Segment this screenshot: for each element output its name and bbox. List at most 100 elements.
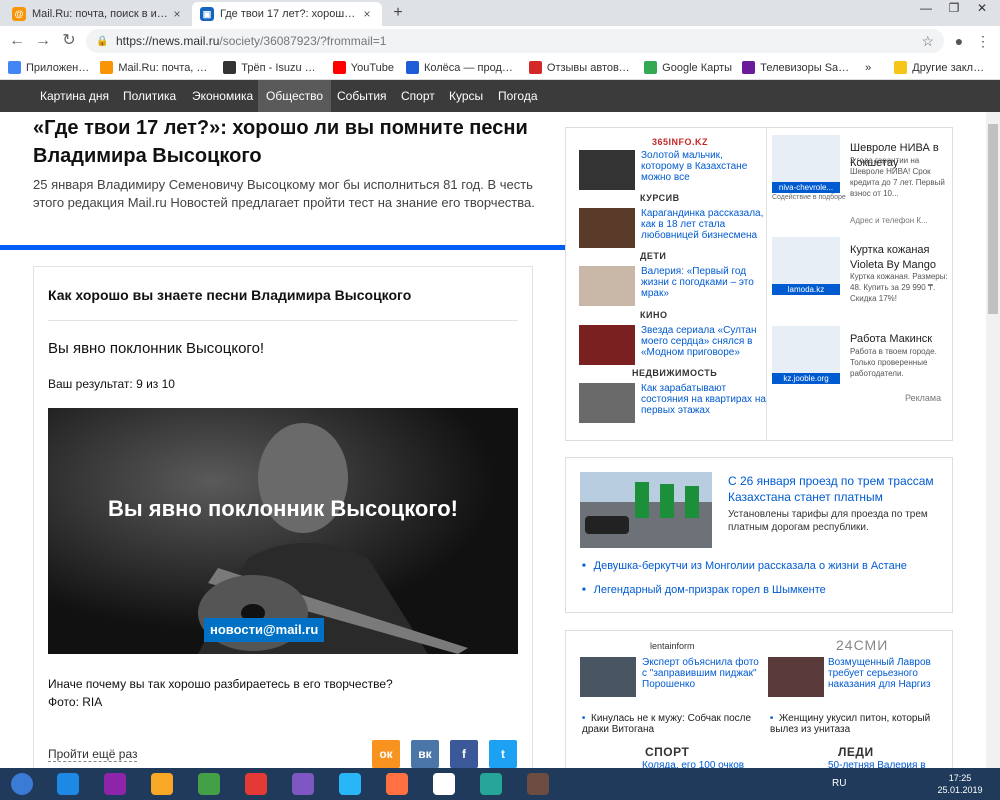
- news-thumbnail: [768, 657, 824, 697]
- ad-image-caption: niva-chevrole...: [772, 182, 840, 193]
- featured-headline[interactable]: С 26 января проезд по трем трассам Казах…: [728, 473, 943, 505]
- ad-title[interactable]: Работа Макинск: [850, 332, 948, 347]
- reload-icon[interactable]: ↻: [58, 31, 80, 51]
- back-icon[interactable]: ←: [6, 31, 28, 51]
- bookmark-icon: [223, 61, 237, 74]
- nav-item[interactable]: Экономика: [184, 80, 261, 112]
- taskbar-app[interactable]: [377, 770, 417, 798]
- share-button[interactable]: f: [450, 740, 478, 768]
- close-tab-icon[interactable]: ×: [360, 7, 374, 21]
- ad-item[interactable]: niva-chevrole... Содействие в подборе Шевр…: [772, 135, 950, 225]
- news-headline-link[interactable]: Золотой мальчик, которому в Казахстане м…: [641, 150, 766, 183]
- bookmark-item[interactable]: Другие закладки: [894, 61, 990, 74]
- bookmark-icon: [8, 61, 21, 74]
- taskbar-app[interactable]: [330, 770, 370, 798]
- ad-image: niva-chevrole...: [772, 135, 840, 193]
- mailru-favicon-icon: @: [12, 7, 26, 21]
- nav-item[interactable]: Общество: [258, 80, 332, 112]
- bookmark-item[interactable]: YouTube: [332, 61, 396, 74]
- close-window-icon[interactable]: ✕: [968, 0, 996, 18]
- bookmark-item[interactable]: Приложения: [8, 61, 90, 74]
- taskbar-app[interactable]: [518, 770, 558, 798]
- section-label: СПОРТ: [645, 745, 690, 759]
- news-bullet-link[interactable]: Кинулась не к мужу: Собчак после драки В…: [582, 713, 757, 735]
- ad-description: Работа в твоем городе. Только проверенны…: [850, 347, 937, 378]
- news-item[interactable]: Звезда сериала «Султан моего сердца» сня…: [579, 325, 763, 373]
- bookmark-item[interactable]: Телевизоры Samsung: [742, 61, 855, 74]
- system-clock[interactable]: 17:25 25.01.2019: [930, 772, 990, 796]
- nav-item[interactable]: Спорт: [393, 80, 443, 112]
- menu-dots-icon[interactable]: ⋮: [974, 32, 992, 50]
- ad-title[interactable]: Куртка кожаная Violeta By Mango: [850, 243, 948, 273]
- nav-item[interactable]: Погода: [490, 80, 546, 112]
- browser-tab-bar: @ Mail.Ru: почта, поиск в интернете × ▣ …: [0, 0, 1000, 26]
- bookmark-label: Отзывы автовладельц: [546, 61, 634, 74]
- minimize-icon[interactable]: —: [912, 0, 940, 18]
- featured-description: Установлены тарифы для проезда по трем п…: [728, 509, 928, 533]
- bookmark-label: Google Карты: [662, 61, 733, 74]
- section-label: НЕДВИЖИМОСТЬ: [632, 368, 718, 378]
- bookmark-star-icon[interactable]: ☆: [921, 33, 934, 50]
- ad-address-link[interactable]: Адрес и телефон К...: [850, 215, 950, 226]
- bookmark-item[interactable]: Mail.Ru: почта, поиск: [100, 61, 213, 74]
- tab-mailru[interactable]: @ Mail.Ru: почта, поиск в интернете ×: [4, 2, 192, 26]
- start-button[interactable]: [2, 770, 42, 798]
- account-icon[interactable]: ●: [950, 32, 968, 50]
- taskbar-app[interactable]: [48, 770, 88, 798]
- news-mailru-logo: новости@mail.ru: [204, 618, 325, 642]
- media-icon: [339, 773, 361, 795]
- ad-label: Реклама: [905, 393, 942, 403]
- news-headline-link[interactable]: Звезда сериала «Султан моего сердца» сня…: [641, 325, 766, 358]
- taskbar-app[interactable]: [283, 770, 323, 798]
- news-bullet-link[interactable]: Девушка-беркутчи из Монголии рассказала …: [582, 560, 907, 572]
- new-tab-button[interactable]: +: [388, 4, 408, 24]
- news-bullet-link[interactable]: Легендарный дом-призрак горел в Шымкенте: [582, 584, 826, 596]
- source-logo-365info: 365info.kz: [652, 137, 709, 147]
- nav-item[interactable]: Картина дня: [32, 80, 117, 112]
- news-headline-link[interactable]: Карагандинка рассказала, как в 18 лет ст…: [641, 208, 766, 241]
- news-headline-link[interactable]: Эксперт объяснила фото с "заправившим пи…: [642, 657, 762, 690]
- nav-item[interactable]: Курсы: [441, 80, 491, 112]
- forward-icon[interactable]: →: [32, 31, 54, 51]
- news-item[interactable]: Карагандинка рассказала, как в 18 лет ст…: [579, 208, 763, 256]
- tab-article[interactable]: ▣ Где твои 17 лет?: хорошо ли вы помните…: [192, 2, 382, 26]
- bookmark-item[interactable]: Отзывы автовладельц: [528, 61, 634, 74]
- news-headline-link[interactable]: Возмущенный Лавров требует серьезного на…: [828, 657, 948, 690]
- news-item[interactable]: Как зарабатывают состояния на квартирах …: [579, 383, 766, 431]
- taskbar-app[interactable]: [471, 770, 511, 798]
- share-button[interactable]: t: [489, 740, 517, 768]
- news-bullet-link[interactable]: Женщину укусил питон, который вылез из у…: [770, 713, 945, 735]
- news-item[interactable]: Золотой мальчик, которому в Казахстане м…: [579, 150, 763, 198]
- taskbar-app[interactable]: [236, 770, 276, 798]
- section-label: КУРСИВ: [640, 193, 680, 203]
- share-button[interactable]: ок: [372, 740, 400, 768]
- taskbar-app[interactable]: [424, 770, 464, 798]
- share-button[interactable]: вк: [411, 740, 439, 768]
- nav-item[interactable]: События: [329, 80, 395, 112]
- retry-link[interactable]: Пройти ещё раз: [48, 747, 138, 762]
- maximize-icon[interactable]: ❐: [940, 0, 968, 18]
- bookmark-item[interactable]: »: [865, 62, 884, 74]
- firefox-icon: [386, 773, 408, 795]
- news-item[interactable]: Валерия: «Первый год жизни с погодками –…: [579, 266, 763, 314]
- page-scrollbar[interactable]: [986, 112, 1000, 768]
- address-url: https://news.mail.ru/society/36087923/?f…: [116, 34, 387, 48]
- close-tab-icon[interactable]: ×: [170, 7, 184, 21]
- nav-item[interactable]: Политика: [115, 80, 184, 112]
- news-headline-link[interactable]: Как зарабатывают состояния на квартирах …: [641, 383, 766, 416]
- scrollbar-thumb[interactable]: [988, 124, 998, 314]
- bookmark-item[interactable]: Колёса — продажа: [405, 61, 519, 74]
- bookmark-item[interactable]: Трёп - Isuzu & Opel: [223, 61, 323, 74]
- taskbar-app[interactable]: [95, 770, 135, 798]
- news-headline-link[interactable]: Валерия: «Первый год жизни с погодками –…: [641, 266, 766, 299]
- clock-time: 17:25: [948, 773, 972, 783]
- bookmark-item[interactable]: Google Карты: [644, 61, 732, 74]
- taskbar-app[interactable]: [142, 770, 182, 798]
- divider: [766, 128, 767, 440]
- bookmark-label: Колёса — продажа: [423, 61, 519, 74]
- taskbar-app[interactable]: [189, 770, 229, 798]
- winrar-icon: [104, 773, 126, 795]
- ad-item[interactable]: lamoda.kz Куртка кожаная Violeta By Mango…: [772, 237, 950, 327]
- address-bar[interactable]: 🔒 https://news.mail.ru/society/36087923/…: [86, 29, 944, 53]
- language-indicator[interactable]: RU: [832, 778, 846, 789]
